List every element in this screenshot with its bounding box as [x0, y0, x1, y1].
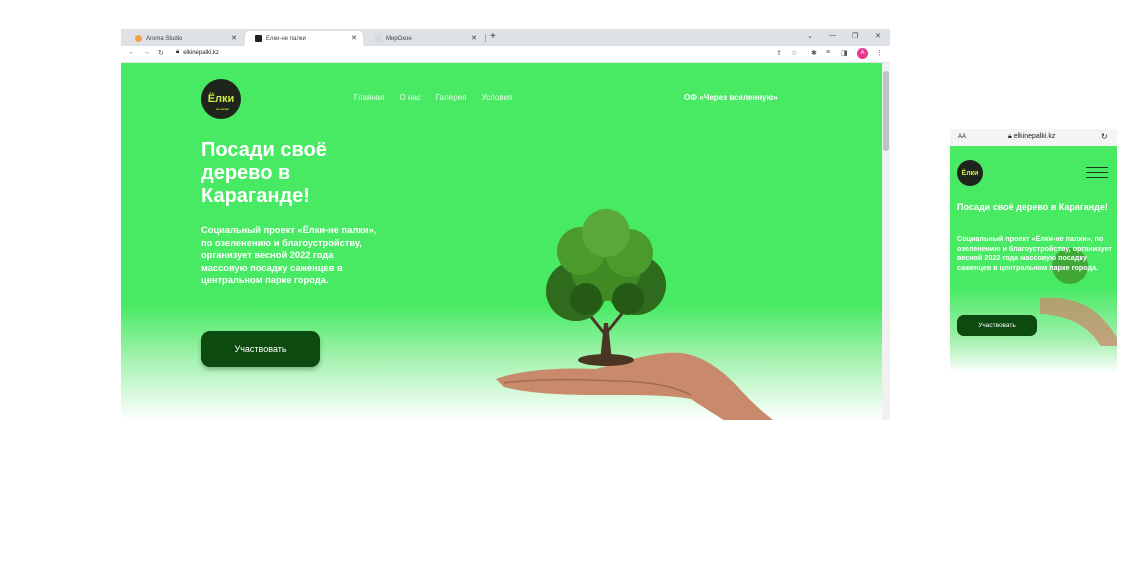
- menu-kebab-icon[interactable]: ⋮: [876, 49, 883, 57]
- tab-title: Елки-не палки: [266, 35, 306, 42]
- tab-title: МирОкон: [386, 35, 412, 42]
- tab-separator: [485, 34, 486, 42]
- hero-description: Социальный проект «Ёлки-не палки», по оз…: [201, 225, 377, 286]
- hero-description: Социальный проект «Ёлки-не палки», по оз…: [957, 234, 1112, 272]
- mirokon-favicon-icon: [375, 35, 382, 42]
- hamburger-menu-icon[interactable]: [1086, 167, 1108, 180]
- nav-link-terms[interactable]: Условия: [481, 93, 512, 102]
- logo-subtext: не палки: [216, 107, 230, 111]
- lock-icon: 🔒︎: [1008, 133, 1012, 140]
- aroma-favicon-icon: [135, 35, 142, 42]
- vertical-scrollbar[interactable]: [882, 63, 890, 420]
- participate-button[interactable]: Участвовать: [201, 331, 320, 367]
- profile-avatar[interactable]: A: [857, 48, 868, 59]
- back-icon[interactable]: ←: [128, 49, 135, 56]
- side-panel-icon[interactable]: ◨: [841, 49, 848, 57]
- participate-button[interactable]: Участвовать: [957, 315, 1037, 336]
- hero-title: Посади своё дерево в Караганде!: [957, 202, 1108, 212]
- reading-list-icon[interactable]: ≡: [826, 49, 830, 56]
- nav-link-about[interactable]: О нас: [399, 93, 420, 102]
- nav-link-home[interactable]: Главная: [354, 93, 384, 102]
- logo-text: Ёлки: [961, 169, 979, 177]
- logo-text: Ёлки: [207, 93, 235, 105]
- mobile-page-viewport: Ёлки Посади своё дерево в Караганде! Соц…: [950, 146, 1117, 373]
- elki-favicon-icon: [255, 35, 262, 42]
- close-tab-icon[interactable]: ✕: [471, 34, 477, 42]
- mobile-url[interactable]: 🔒︎ elkinepalki.kz: [1008, 133, 1055, 141]
- hero-title: Посади своё дерево в Караганде!: [201, 139, 327, 207]
- bookmark-star-icon[interactable]: ☆: [791, 49, 797, 57]
- organization-name: ОФ «Через вселенную»: [684, 93, 778, 102]
- text-size-button[interactable]: AA: [958, 134, 966, 140]
- address-bar-row: ← → ↻ 🔒︎ elkinepalki.kz ⇪ ☆ ✱ ≡ ◨ A ⋮: [121, 46, 890, 63]
- share-icon[interactable]: ⇪: [776, 49, 782, 57]
- close-tab-icon[interactable]: ✕: [231, 34, 237, 42]
- close-window-icon[interactable]: ✕: [875, 32, 881, 40]
- url-text: elkinepalki.kz: [1013, 133, 1056, 140]
- nav-link-gallery[interactable]: Галерея: [436, 93, 467, 102]
- tab-title: Aroma Studio: [146, 35, 183, 42]
- minimize-icon[interactable]: —: [829, 32, 836, 39]
- omnibox[interactable]: 🔒︎ elkinepalki.kz: [176, 49, 219, 56]
- lock-icon: 🔒︎: [176, 49, 180, 55]
- tab-elki-ne-palki[interactable]: Елки-не палки ✕: [245, 31, 363, 46]
- tab-strip: Aroma Studio ✕ Елки-не палки ✕ МирОкон ✕…: [121, 29, 890, 46]
- site-logo[interactable]: Ёлки: [957, 160, 983, 186]
- extensions-puzzle-icon[interactable]: ✱: [811, 49, 817, 57]
- reload-icon[interactable]: ↻: [1101, 132, 1108, 141]
- tab-mirokon[interactable]: МирОкон ✕: [365, 31, 483, 46]
- restore-icon[interactable]: ❐: [852, 32, 858, 40]
- site-logo[interactable]: Ёлки не палки: [201, 79, 241, 119]
- mobile-browser-preview: AA 🔒︎ elkinepalki.kz ↻ Ёлки Посади своё …: [950, 129, 1117, 373]
- hand-holding-tree-image: [496, 209, 774, 420]
- url-text: elkinepalki.kz: [183, 49, 219, 56]
- page-viewport: Ёлки не палки Главная О нас Галерея Усло…: [121, 63, 882, 420]
- reload-icon[interactable]: ↻: [158, 49, 164, 57]
- desktop-browser-window: Aroma Studio ✕ Елки-не палки ✕ МирОкон ✕…: [121, 29, 890, 420]
- mobile-address-bar: AA 🔒︎ elkinepalki.kz ↻: [950, 129, 1117, 146]
- tab-aroma-studio[interactable]: Aroma Studio ✕: [125, 31, 243, 46]
- forward-icon[interactable]: →: [143, 49, 150, 56]
- new-tab-icon[interactable]: +: [490, 31, 496, 42]
- close-tab-icon[interactable]: ✕: [351, 34, 357, 42]
- main-nav: Главная О нас Галерея Условия: [354, 93, 512, 102]
- tab-search-chevron-icon[interactable]: ⌄: [807, 32, 813, 40]
- scrollbar-thumb[interactable]: [883, 71, 889, 151]
